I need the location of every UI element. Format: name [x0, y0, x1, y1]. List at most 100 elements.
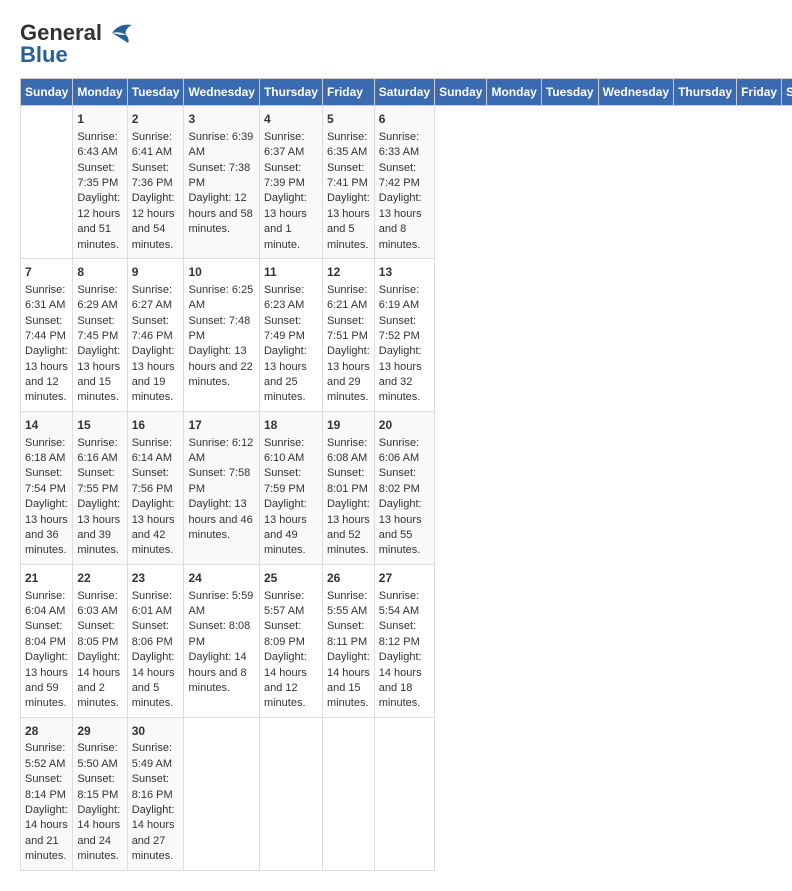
col-header-thursday: Thursday [674, 79, 737, 106]
day-number: 18 [264, 417, 318, 434]
day-number: 26 [327, 570, 370, 587]
calendar-cell: 2Sunrise: 6:41 AMSunset: 7:36 PMDaylight… [127, 106, 184, 259]
sunrise-text: Sunrise: 6:27 AM [132, 284, 172, 311]
day-number: 5 [327, 111, 370, 128]
page-header: General Blue [20, 20, 772, 68]
col-header-saturday: Saturday [782, 79, 792, 106]
day-number: 20 [379, 417, 430, 434]
day-number: 8 [77, 264, 122, 281]
sunrise-text: Sunrise: 6:06 AM [379, 437, 419, 464]
logo-bird-icon [104, 21, 134, 45]
logo: General Blue [20, 20, 134, 68]
day-number: 3 [188, 111, 254, 128]
calendar-cell: 4Sunrise: 6:37 AMSunset: 7:39 PMDaylight… [259, 106, 322, 259]
sunrise-text: Sunrise: 5:57 AM [264, 590, 304, 617]
calendar-cell: 6Sunrise: 6:33 AMSunset: 7:42 PMDaylight… [374, 106, 434, 259]
day-number: 27 [379, 570, 430, 587]
daylight-text: Daylight: 13 hours and 25 minutes. [264, 345, 307, 403]
sunrise-text: Sunrise: 6:29 AM [77, 284, 117, 311]
calendar-cell: 10Sunrise: 6:25 AMSunset: 7:48 PMDayligh… [184, 258, 259, 411]
calendar-cell: 19Sunrise: 6:08 AMSunset: 8:01 PMDayligh… [322, 411, 374, 564]
sunset-text: Sunset: 7:56 PM [132, 467, 173, 494]
col-header-monday: Monday [73, 79, 127, 106]
sunset-text: Sunset: 7:36 PM [132, 162, 173, 189]
daylight-text: Daylight: 13 hours and 15 minutes. [77, 345, 120, 403]
day-number: 9 [132, 264, 180, 281]
calendar-cell: 30Sunrise: 5:49 AMSunset: 8:16 PMDayligh… [127, 717, 184, 870]
sunset-text: Sunset: 8:12 PM [379, 620, 420, 647]
sunrise-text: Sunrise: 6:35 AM [327, 131, 367, 158]
sunset-text: Sunset: 7:45 PM [77, 315, 118, 342]
sunrise-text: Sunrise: 6:14 AM [132, 437, 172, 464]
col-header-sunday: Sunday [21, 79, 73, 106]
daylight-text: Daylight: 13 hours and 32 minutes. [379, 345, 422, 403]
day-number: 22 [77, 570, 122, 587]
daylight-text: Daylight: 13 hours and 39 minutes. [77, 498, 120, 556]
daylight-text: Daylight: 13 hours and 12 minutes. [25, 345, 68, 403]
day-number: 7 [25, 264, 68, 281]
sunrise-text: Sunrise: 5:59 AM [188, 590, 253, 617]
sunset-text: Sunset: 7:48 PM [188, 315, 250, 342]
calendar-cell: 18Sunrise: 6:10 AMSunset: 7:59 PMDayligh… [259, 411, 322, 564]
col-header-wednesday: Wednesday [184, 79, 259, 106]
sunset-text: Sunset: 7:55 PM [77, 467, 118, 494]
sunrise-text: Sunrise: 6:39 AM [188, 131, 253, 158]
daylight-text: Daylight: 14 hours and 8 minutes. [188, 651, 246, 694]
calendar-cell: 12Sunrise: 6:21 AMSunset: 7:51 PMDayligh… [322, 258, 374, 411]
sunset-text: Sunset: 7:35 PM [77, 162, 118, 189]
daylight-text: Daylight: 14 hours and 15 minutes. [327, 651, 370, 709]
sunrise-text: Sunrise: 6:19 AM [379, 284, 419, 311]
calendar-cell: 29Sunrise: 5:50 AMSunset: 8:15 PMDayligh… [73, 717, 127, 870]
daylight-text: Daylight: 14 hours and 5 minutes. [132, 651, 175, 709]
calendar-cell: 24Sunrise: 5:59 AMSunset: 8:08 PMDayligh… [184, 564, 259, 717]
calendar-cell [184, 717, 259, 870]
sunset-text: Sunset: 7:54 PM [25, 467, 66, 494]
calendar-cell [259, 717, 322, 870]
daylight-text: Daylight: 13 hours and 46 minutes. [188, 498, 252, 541]
sunrise-text: Sunrise: 6:10 AM [264, 437, 304, 464]
daylight-text: Daylight: 12 hours and 58 minutes. [188, 192, 252, 235]
calendar-cell: 14Sunrise: 6:18 AMSunset: 7:54 PMDayligh… [21, 411, 73, 564]
daylight-text: Daylight: 13 hours and 8 minutes. [379, 192, 422, 250]
daylight-text: Daylight: 13 hours and 1 minute. [264, 192, 307, 250]
sunset-text: Sunset: 8:06 PM [132, 620, 173, 647]
day-number: 14 [25, 417, 68, 434]
sunset-text: Sunset: 7:44 PM [25, 315, 66, 342]
day-number: 12 [327, 264, 370, 281]
col-header-tuesday: Tuesday [541, 79, 598, 106]
calendar-cell: 27Sunrise: 5:54 AMSunset: 8:12 PMDayligh… [374, 564, 434, 717]
sunrise-text: Sunrise: 5:49 AM [132, 742, 172, 769]
sunrise-text: Sunrise: 6:41 AM [132, 131, 172, 158]
sunset-text: Sunset: 7:58 PM [188, 467, 250, 494]
day-number: 10 [188, 264, 254, 281]
sunset-text: Sunset: 8:15 PM [77, 773, 118, 800]
calendar-cell: 17Sunrise: 6:12 AMSunset: 7:58 PMDayligh… [184, 411, 259, 564]
week-row-3: 14Sunrise: 6:18 AMSunset: 7:54 PMDayligh… [21, 411, 792, 564]
daylight-text: Daylight: 13 hours and 19 minutes. [132, 345, 175, 403]
sunset-text: Sunset: 7:49 PM [264, 315, 305, 342]
sunrise-text: Sunrise: 6:01 AM [132, 590, 172, 617]
sunset-text: Sunset: 7:38 PM [188, 162, 250, 189]
day-number: 29 [77, 723, 122, 740]
col-header-monday: Monday [487, 79, 541, 106]
daylight-text: Daylight: 13 hours and 42 minutes. [132, 498, 175, 556]
daylight-text: Daylight: 14 hours and 12 minutes. [264, 651, 307, 709]
day-number: 25 [264, 570, 318, 587]
sunrise-text: Sunrise: 6:03 AM [77, 590, 117, 617]
calendar-cell: 9Sunrise: 6:27 AMSunset: 7:46 PMDaylight… [127, 258, 184, 411]
sunset-text: Sunset: 8:01 PM [327, 467, 368, 494]
week-row-4: 21Sunrise: 6:04 AMSunset: 8:04 PMDayligh… [21, 564, 792, 717]
calendar-cell: 16Sunrise: 6:14 AMSunset: 7:56 PMDayligh… [127, 411, 184, 564]
sunset-text: Sunset: 8:08 PM [188, 620, 250, 647]
day-number: 4 [264, 111, 318, 128]
calendar-cell: 26Sunrise: 5:55 AMSunset: 8:11 PMDayligh… [322, 564, 374, 717]
day-number: 28 [25, 723, 68, 740]
col-header-friday: Friday [322, 79, 374, 106]
calendar-cell: 25Sunrise: 5:57 AMSunset: 8:09 PMDayligh… [259, 564, 322, 717]
sunrise-text: Sunrise: 6:31 AM [25, 284, 65, 311]
daylight-text: Daylight: 14 hours and 18 minutes. [379, 651, 422, 709]
sunrise-text: Sunrise: 5:50 AM [77, 742, 117, 769]
col-header-tuesday: Tuesday [127, 79, 184, 106]
daylight-text: Daylight: 14 hours and 21 minutes. [25, 804, 68, 862]
col-header-thursday: Thursday [259, 79, 322, 106]
